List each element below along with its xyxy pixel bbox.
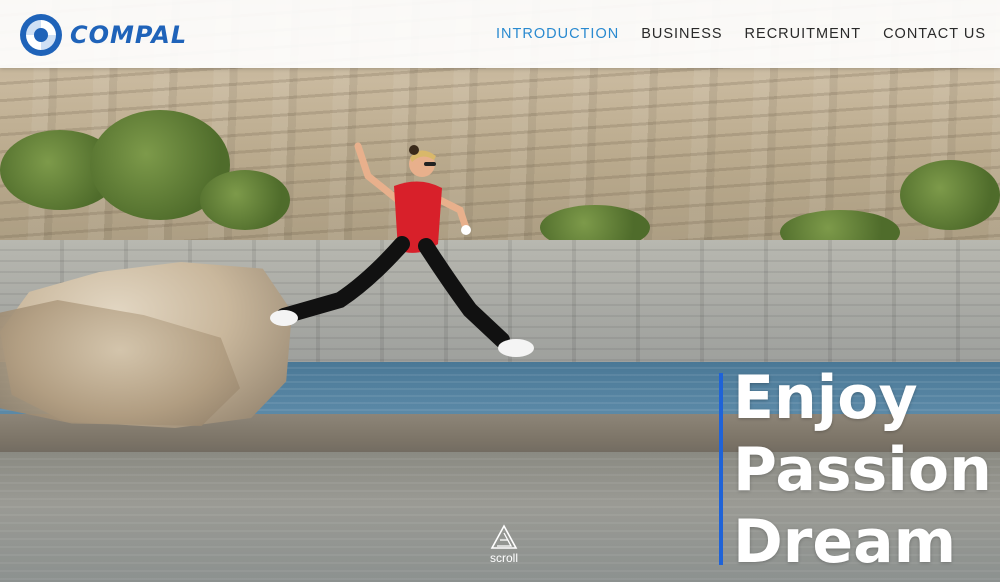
brand-logo[interactable]: COMPAL [18, 12, 187, 58]
hero-slogan: Enjoy Passion Dream [733, 362, 992, 578]
nav-item-introduction[interactable]: INTRODUCTION [496, 26, 619, 42]
scroll-hint[interactable]: scroll [486, 524, 522, 565]
slogan-line-passion: Passion [733, 435, 992, 505]
nav-item-contact-us[interactable]: CONTACT US [883, 26, 986, 42]
scroll-triangle-icon [490, 524, 518, 549]
compal-swirl-logo-icon [20, 14, 62, 56]
nav-item-business[interactable]: BUSINESS [641, 26, 722, 42]
brand-name: COMPAL [70, 21, 188, 49]
slogan-accent-bar [719, 373, 723, 565]
runner-figure [270, 142, 534, 357]
vegetation [900, 160, 1000, 230]
slogan-line-dream: Dream [733, 507, 957, 577]
scroll-label: scroll [489, 551, 518, 565]
main-navigation: INTRODUCTION BUSINESS RECRUITMENT CONTAC… [474, 26, 986, 42]
slogan-line-enjoy: Enjoy [733, 363, 918, 433]
site-header: COMPAL INTRODUCTION BUSINESS RECRUITMENT… [0, 0, 1000, 68]
nav-item-recruitment[interactable]: RECRUITMENT [745, 26, 862, 42]
